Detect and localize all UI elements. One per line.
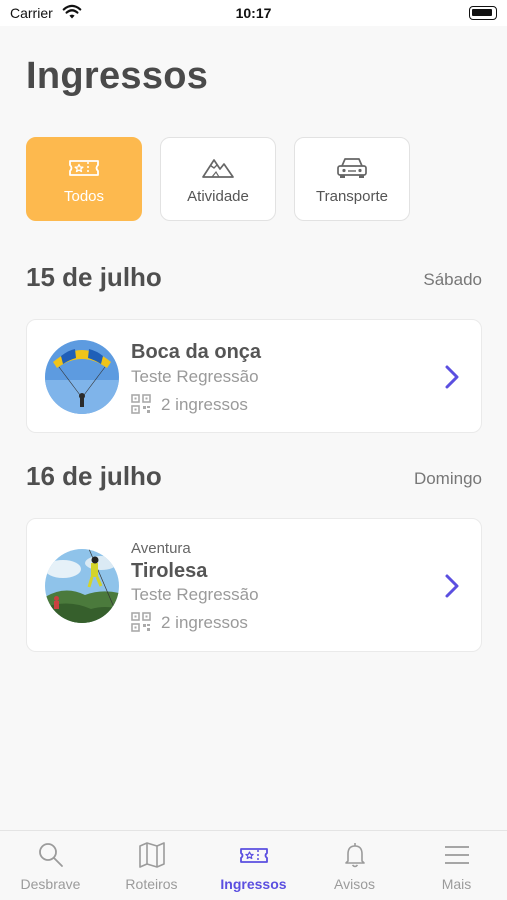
ticket-subtitle: Teste Regressão [131, 585, 259, 604]
filter-label: Atividade [187, 187, 249, 205]
menu-icon [444, 846, 469, 864]
filter-atividade[interactable]: Atividade [160, 137, 276, 221]
qr-code-icon [131, 612, 151, 632]
status-bar: Carrier 10:17 [0, 0, 507, 26]
clock: 10:17 [235, 5, 272, 21]
chevron-right-icon [445, 574, 459, 598]
ticket-subtitle: Teste Regressão [131, 367, 259, 386]
tab-bar: Desbrave Roteiros Ingressos Avisos Mais [0, 830, 507, 900]
bell-icon [344, 843, 365, 868]
ticket-icon [69, 159, 99, 176]
day-date-title: 15 de julho [26, 262, 162, 292]
qr-code-icon [131, 394, 151, 414]
day-date-title: 16 de julho [26, 461, 162, 491]
ticket-card-boca-da-onca[interactable]: Boca da onça Teste Regressão 2 ingressos [26, 319, 482, 433]
filter-label: Todos [63, 187, 105, 205]
day-weekday: Domingo [413, 469, 482, 488]
mountain-icon [202, 158, 234, 178]
filter-label: Transporte [316, 187, 388, 205]
ticket-image [45, 549, 119, 623]
tab-mais[interactable]: Mais [406, 831, 507, 900]
search-icon [38, 843, 63, 867]
ticket-image [45, 340, 119, 414]
car-icon [337, 157, 367, 178]
page-title: Ingressos [26, 55, 209, 97]
ticket-title: Tirolesa [131, 560, 208, 582]
tab-desbrave[interactable]: Desbrave [0, 831, 101, 900]
day-weekday: Sábado [423, 270, 482, 289]
tab-ingressos[interactable]: Ingressos [203, 831, 304, 900]
battery-icon [469, 6, 497, 20]
ticket-category: Aventura [131, 540, 191, 557]
ticket-card-tirolesa[interactable]: Aventura Tirolesa Teste Regressão 2 ingr… [26, 518, 482, 652]
filter-transporte[interactable]: Transporte [294, 137, 410, 221]
tab-label: Mais [441, 876, 472, 892]
ticket-title: Boca da onça [131, 341, 262, 363]
map-icon [138, 842, 165, 868]
tab-avisos[interactable]: Avisos [304, 831, 405, 900]
filter-todos[interactable]: Todos [26, 137, 142, 221]
tab-roteiros[interactable]: Roteiros [101, 831, 202, 900]
ticket-icon [239, 848, 268, 863]
tab-label: Ingressos [220, 876, 287, 892]
ticket-count: 2 ingressos [161, 395, 248, 414]
tab-label: Roteiros [125, 876, 178, 892]
chevron-right-icon [445, 365, 459, 389]
tab-label: Desbrave [20, 876, 81, 892]
tab-label: Avisos [334, 876, 375, 892]
ticket-count: 2 ingressos [161, 613, 248, 632]
